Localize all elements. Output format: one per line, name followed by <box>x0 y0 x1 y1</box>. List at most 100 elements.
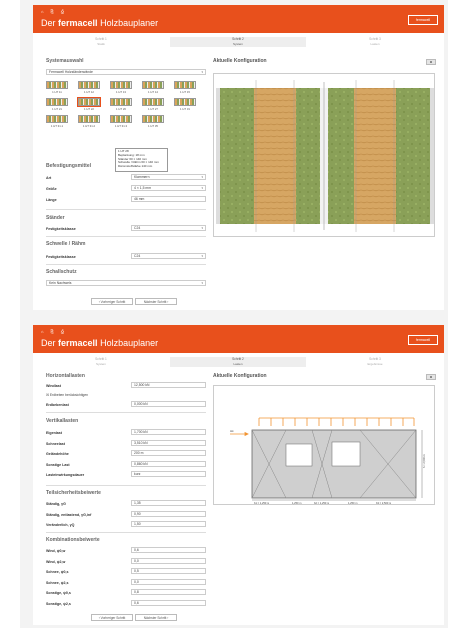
field-input[interactable]: 0,6 <box>131 599 206 606</box>
wall-section-view <box>213 73 435 237</box>
system-thumbnail[interactable]: 1 HT 31.3 <box>110 115 132 129</box>
next-step-button[interactable]: Nächster Schritt › <box>135 298 177 305</box>
step-1[interactable]: Schritt 1 Statik <box>33 37 169 47</box>
wall-cross-section-icon <box>46 81 68 89</box>
schwelle-festigkeit-select[interactable]: C24 ▾ <box>131 253 206 259</box>
wall-cross-section-icon <box>174 98 196 106</box>
lasten-screen: ⌂ ⎘ ⎙ Der fermacell Holzbauplaner fermac… <box>33 325 444 625</box>
step-2[interactable]: Schritt 2 Lasten <box>170 357 306 367</box>
field-label: Geländehöhe <box>46 452 69 456</box>
windlast-input[interactable]: 12,500 kN <box>131 382 206 388</box>
zoom-icon[interactable]: ⊠ <box>426 374 436 380</box>
wall-cross-section-icon <box>110 98 132 106</box>
divider <box>46 236 206 237</box>
field-input[interactable]: 200 m <box>131 450 206 456</box>
step-1[interactable]: Schritt 1 System <box>33 357 169 367</box>
field-input[interactable]: kurz <box>131 471 206 477</box>
staender-festigkeit-select[interactable]: C24 ▾ <box>131 225 206 231</box>
system-thumbnail[interactable]: 1 HT 31.1 <box>46 115 68 129</box>
thumbnail-label: 1 HT 31 <box>180 107 190 111</box>
field-input[interactable]: 0,0 <box>131 578 206 585</box>
field-input[interactable]: 0,860 kN <box>131 460 206 467</box>
dim-label: b1 = 1,250 m <box>254 501 269 505</box>
step-2[interactable]: Schritt 2 System <box>170 37 306 47</box>
system-thumbnail[interactable]: 1 HT 26 <box>110 98 132 112</box>
system-thumbnail[interactable]: 1 HT 21 <box>46 98 68 112</box>
system-thumbnail[interactable]: 1 HT 31.2 <box>78 115 100 129</box>
system-thumbnail[interactable]: 1 HT 11 <box>46 81 68 95</box>
staender-title: Ständer <box>46 215 65 221</box>
system-thumbnail[interactable]: 1 HT 15 <box>174 81 196 95</box>
art-select[interactable]: Klammern ▾ <box>131 174 206 180</box>
field-input[interactable]: 0,0 <box>131 557 206 564</box>
height-label: h = 2,500 m <box>422 454 426 468</box>
zoom-icon[interactable]: ⊠ <box>426 59 436 65</box>
art-label: Art <box>46 176 52 180</box>
divider <box>46 412 206 413</box>
wall-cross-section-icon <box>46 98 68 106</box>
fermacell-logo: fermacell <box>408 335 438 345</box>
wall-elevation-drawing: Hk b1 = 1,250 m 1,250 m b2 = 1,250 m 1,2… <box>230 417 426 505</box>
dim-label: 1,250 m <box>348 501 357 505</box>
field-input[interactable]: 1,50 <box>131 521 206 527</box>
field-input[interactable]: 1,700 kN <box>131 429 206 435</box>
groesse-select[interactable]: 4 × 1,5 mm ▾ <box>131 185 206 191</box>
system-thumbnail[interactable]: 1 HT 12 <box>78 81 100 95</box>
systemauswahl-title: Systemauswahl <box>46 58 84 64</box>
thumbnail-label: 1 HT 14 <box>148 90 158 94</box>
step-3[interactable]: Schritt 3 Ergebnisse <box>307 357 443 367</box>
schwelle-festigkeit-label: Festigkeitsklasse <box>46 255 76 259</box>
laenge-input[interactable]: 46 mm <box>131 196 206 202</box>
field-input[interactable]: 0,8 <box>131 589 206 595</box>
schallschutz-select[interactable]: Kein Nachweis ▾ <box>46 280 206 286</box>
app-title: Der fermacell Holzbauplaner <box>41 18 159 28</box>
field-input[interactable]: 3,510 kN <box>131 439 206 446</box>
erdbeben-checkbox[interactable]: ☒ Erdbeben berücksichtigen <box>46 393 88 397</box>
thumbnail-label: 1 HT 13 <box>116 90 126 94</box>
field-input[interactable]: 0,5 <box>131 568 206 574</box>
system-select[interactable]: Fermacell Holzständerwände ▾ <box>46 69 206 75</box>
wall-section-drawing <box>216 80 434 232</box>
header-toolbar-icons[interactable]: ⌂ ⎘ ⎙ <box>41 9 67 14</box>
system-thumbnail[interactable]: 1 HT 14 <box>142 81 164 95</box>
befestigung-title: Befestigungsmittel <box>46 163 92 169</box>
step-3[interactable]: Schritt 3 Lasten <box>307 37 443 47</box>
thumbnail-label: 1 HT 11 <box>52 90 62 94</box>
field-input[interactable]: 0,6 <box>131 547 206 553</box>
field-label: Sonstige, ψ2,s <box>46 601 71 606</box>
laenge-label: Länge <box>46 198 57 202</box>
header-toolbar-icons[interactable]: ⌂ ⎘ ⎙ <box>41 329 67 334</box>
schallschutz-title: Schallschutz <box>46 269 77 275</box>
system-thumbnail[interactable]: 1 HT 31 <box>174 98 196 112</box>
wall-cross-section-icon <box>142 81 164 89</box>
divider <box>46 532 206 533</box>
checkbox-icon[interactable]: ☒ <box>46 393 49 397</box>
thumbnail-label: 1 HT 35 <box>148 124 158 128</box>
prev-step-button[interactable]: ‹ Vorheriger Schritt <box>91 298 133 305</box>
system-thumbnail[interactable]: 1 HT 13 <box>110 81 132 95</box>
app-title: Der fermacell Holzbauplaner <box>41 338 159 348</box>
wall-cross-section-icon <box>46 115 68 123</box>
dim-label: b3 = 2,500 m <box>376 501 391 505</box>
next-step-button[interactable]: Nächster Schritt › <box>135 614 177 621</box>
wall-cross-section-icon <box>78 81 100 89</box>
staender-festigkeit-label: Festigkeitsklasse <box>46 227 76 231</box>
field-label: Schnee, ψ0,s <box>46 570 69 574</box>
horizontallasten-title: Horizontallasten <box>46 373 85 379</box>
system-thumbnail[interactable]: 1 HT 35 <box>142 115 164 129</box>
erdbebenlast-label: Erdbebenlast <box>46 403 69 407</box>
wall-cross-section-icon <box>142 98 164 106</box>
wall-elevation-view: Hk b1 = 1,250 m 1,250 m b2 = 1,250 m 1,2… <box>213 385 435 505</box>
erdbebenlast-input[interactable]: 0,000 kN <box>131 401 206 407</box>
thumbnail-label: 1 HT 26 <box>116 107 126 111</box>
system-thumbnail[interactable]: 1 HT 22 <box>77 97 101 112</box>
field-input[interactable]: 0,90 <box>131 510 206 517</box>
app-header: ⌂ ⎘ ⎙ Der fermacell Holzbauplaner fermac… <box>33 5 444 33</box>
wall-cross-section-icon <box>110 81 132 89</box>
windlast-label: Windlast <box>46 384 61 388</box>
thumbnail-label: 1 HT 22 <box>84 107 94 111</box>
system-thumbnail[interactable]: 1 HT 27 <box>142 98 164 112</box>
teilsicherheit-title: Teilsicherheitsbeiwerte <box>46 490 101 496</box>
prev-step-button[interactable]: ‹ Vorheriger Schritt <box>91 614 133 621</box>
field-input[interactable]: 1,35 <box>131 500 206 506</box>
